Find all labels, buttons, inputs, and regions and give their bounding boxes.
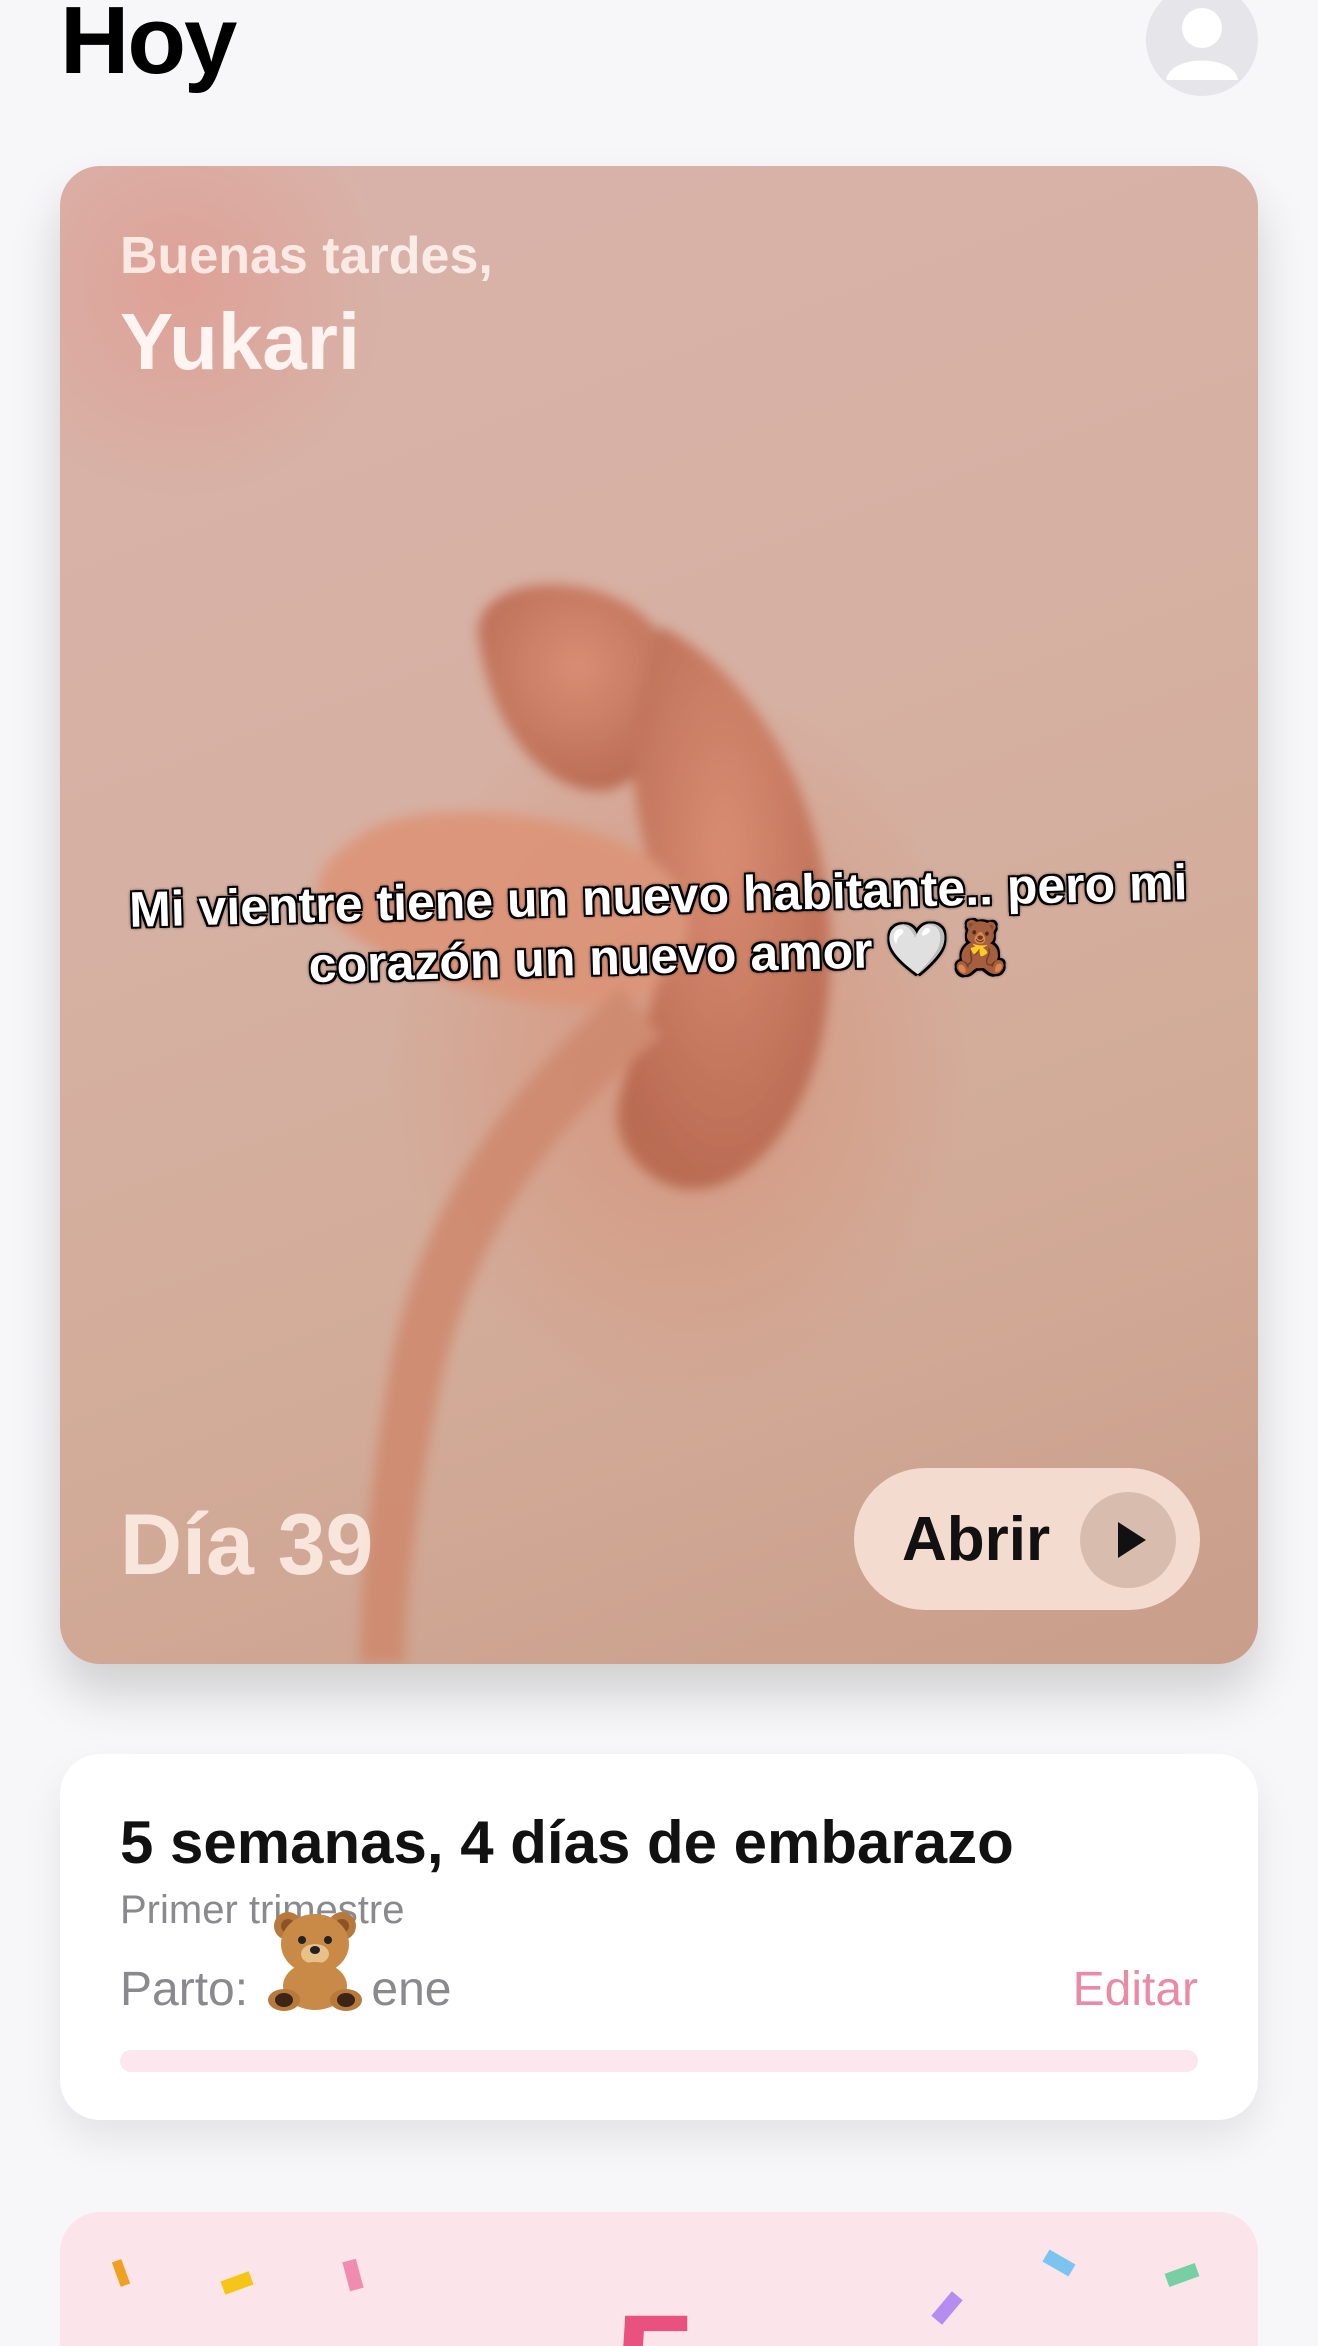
person-icon [1166,8,1238,80]
today-screen: Hoy Buenas tardes, Yukari Mi vientre tie… [0,0,1318,2346]
page-title: Hoy [60,0,237,94]
open-button[interactable]: Abrir [854,1468,1200,1610]
play-icon [1080,1492,1176,1588]
user-name: Yukari [120,297,361,386]
due-date-value: ene [371,1963,452,2016]
open-button-label: Abrir [902,1505,1051,1574]
pregnancy-status-card[interactable]: 5 semanas, 4 días de embarazo Primer tri… [60,1754,1258,2120]
profile-avatar-button[interactable] [1146,0,1258,96]
milestone-number: 5 [614,2292,697,2346]
pregnancy-duration: 5 semanas, 4 días de embarazo [120,1809,1014,1876]
teddy-bear-icon [268,1912,362,2011]
greeting-text: Buenas tardes, [120,227,493,285]
day-counter: Día 39 [120,1497,374,1593]
edit-button[interactable]: Editar [1073,1962,1198,2017]
pregnancy-progress-bar [120,2050,1198,2072]
milestone-card[interactable]: 5 [60,2212,1258,2346]
daily-story-card[interactable]: Buenas tardes, Yukari Mi vientre tiene u… [60,166,1258,1664]
header: Hoy [0,0,1318,110]
due-date-label: Parto: [120,1963,262,2016]
